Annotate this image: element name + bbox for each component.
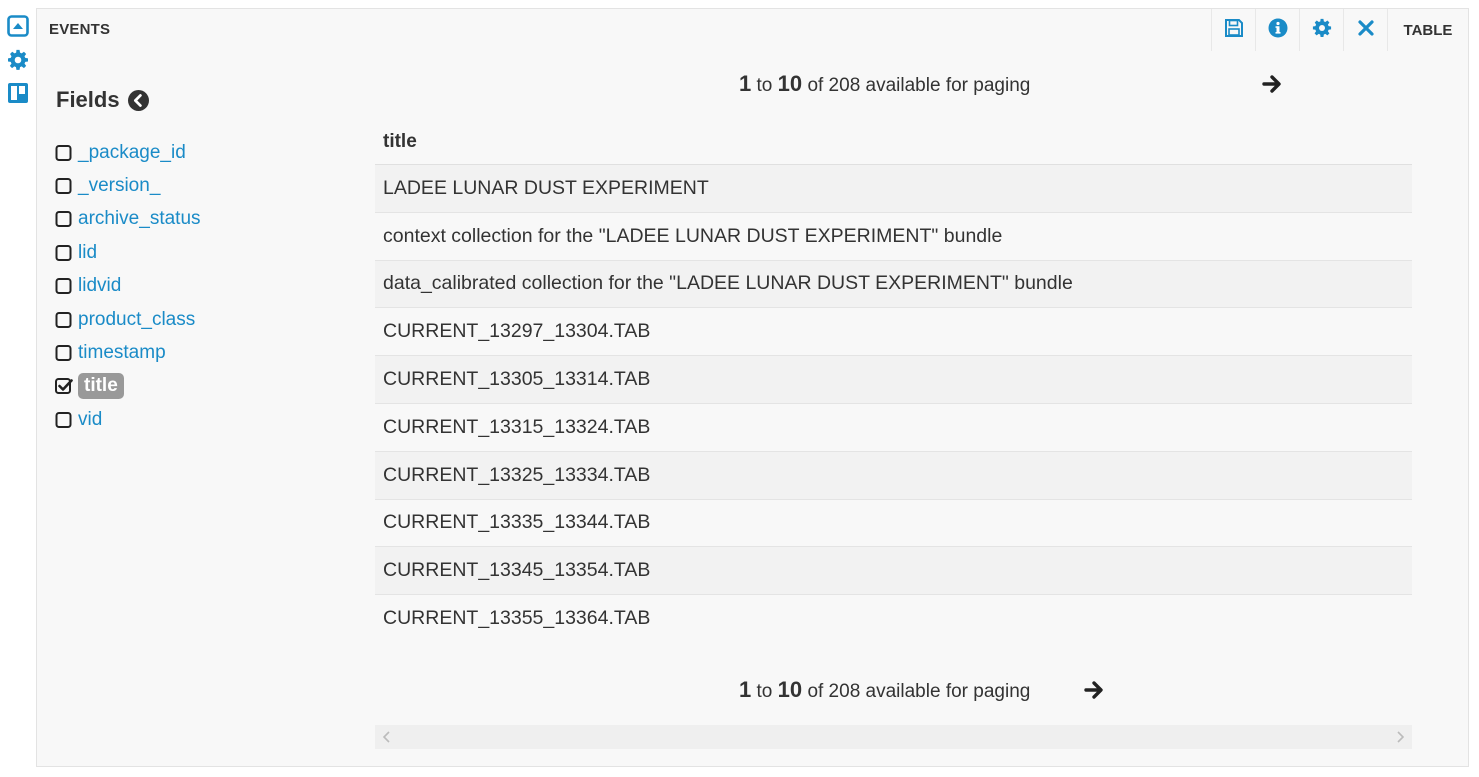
table-cell-title: CURRENT_13345_13354.TAB bbox=[375, 546, 1412, 596]
close-button[interactable] bbox=[1343, 9, 1387, 51]
table-row[interactable]: data_calibrated collection for the "LADE… bbox=[375, 260, 1412, 309]
events-panel: EVENTS TABLE Fields _package_id _version… bbox=[36, 8, 1469, 767]
collapse-left-icon[interactable] bbox=[127, 89, 149, 111]
field-item: timestamp bbox=[55, 336, 201, 369]
table-cell-title: data_calibrated collection for the "LADE… bbox=[375, 260, 1412, 309]
table-cell-title: CURRENT_13297_13304.TAB bbox=[375, 307, 1412, 357]
settings-button[interactable] bbox=[1299, 9, 1343, 51]
table-row[interactable]: CURRENT_13335_13344.TAB bbox=[375, 499, 1412, 548]
next-page-icon[interactable] bbox=[1261, 73, 1283, 101]
view-mode-button[interactable]: TABLE bbox=[1387, 9, 1468, 51]
checkbox-icon[interactable] bbox=[55, 411, 73, 429]
next-page-icon[interactable] bbox=[1083, 679, 1105, 707]
table-row[interactable]: CURRENT_13355_13364.TAB bbox=[375, 594, 1412, 642]
field-label[interactable]: archive_status bbox=[78, 208, 201, 230]
field-item: title bbox=[55, 370, 201, 403]
field-list: _package_id _version_ archive_statuslid lid… bbox=[55, 136, 201, 437]
pager-top: 1 to 10 of 208 available for paging bbox=[739, 71, 1281, 97]
checkbox-icon[interactable] bbox=[55, 144, 73, 162]
close-icon bbox=[1357, 19, 1374, 41]
info-button[interactable] bbox=[1255, 9, 1299, 51]
field-item: product_class bbox=[55, 303, 201, 336]
column-header-title[interactable]: title bbox=[375, 120, 1412, 165]
checkbox-icon[interactable] bbox=[55, 210, 73, 228]
field-item: _version_ bbox=[55, 169, 201, 202]
scroll-left-icon[interactable] bbox=[379, 728, 395, 746]
table-row[interactable]: context collection for the "LADEE LUNAR … bbox=[375, 212, 1412, 261]
fields-heading: Fields bbox=[56, 87, 149, 113]
checkbox-icon[interactable] bbox=[55, 244, 73, 262]
table-row[interactable]: CURRENT_13345_13354.TAB bbox=[375, 546, 1412, 596]
field-label[interactable]: vid bbox=[78, 409, 102, 431]
table-cell-title: CURRENT_13335_13344.TAB bbox=[375, 499, 1412, 548]
table-cell-title: CURRENT_13305_13314.TAB bbox=[375, 355, 1412, 404]
checkbox-icon[interactable] bbox=[55, 177, 73, 195]
table-row[interactable]: CURRENT_13297_13304.TAB bbox=[375, 307, 1412, 357]
left-rail bbox=[0, 0, 36, 777]
table-row[interactable]: CURRENT_13305_13314.TAB bbox=[375, 355, 1412, 404]
field-item: vid bbox=[55, 403, 201, 436]
field-label[interactable]: timestamp bbox=[78, 342, 166, 364]
table-cell-title: CURRENT_13325_13334.TAB bbox=[375, 451, 1412, 500]
table-cell-title: LADEE LUNAR DUST EXPERIMENT bbox=[375, 164, 1412, 213]
collapse-up-icon[interactable] bbox=[6, 14, 30, 38]
results-table: title LADEE LUNAR DUST EXPERIMENT context… bbox=[375, 120, 1412, 642]
checkbox-icon[interactable] bbox=[55, 277, 73, 295]
table-cell-title: CURRENT_13355_13364.TAB bbox=[375, 594, 1412, 642]
field-item: archive_status bbox=[55, 203, 201, 236]
table-body: LADEE LUNAR DUST EXPERIMENT context colle… bbox=[375, 164, 1412, 642]
field-item: _package_id bbox=[55, 136, 201, 169]
table-row[interactable]: LADEE LUNAR DUST EXPERIMENT bbox=[375, 164, 1412, 213]
checked-checkbox-icon[interactable] bbox=[55, 377, 73, 395]
gear-icon[interactable] bbox=[6, 48, 30, 72]
field-label[interactable]: title bbox=[78, 373, 124, 400]
pager-bottom: 1 to 10 of 208 available for paging bbox=[739, 677, 1103, 703]
info-icon bbox=[1268, 18, 1288, 43]
scroll-right-icon[interactable] bbox=[1392, 728, 1408, 746]
table-row[interactable]: CURRENT_13325_13334.TAB bbox=[375, 451, 1412, 500]
table-row[interactable]: CURRENT_13315_13324.TAB bbox=[375, 403, 1412, 452]
field-label[interactable]: product_class bbox=[78, 309, 195, 331]
field-label[interactable]: lidvid bbox=[78, 275, 121, 297]
save-icon bbox=[1224, 18, 1244, 43]
field-item: lid bbox=[55, 236, 201, 269]
table-cell-title: CURRENT_13315_13324.TAB bbox=[375, 403, 1412, 452]
checkbox-icon[interactable] bbox=[55, 311, 73, 329]
save-button[interactable] bbox=[1211, 9, 1255, 51]
horizontal-scrollbar[interactable] bbox=[375, 725, 1412, 749]
checkbox-icon[interactable] bbox=[55, 344, 73, 362]
field-label[interactable]: lid bbox=[78, 242, 97, 264]
panel-toolbar: TABLE bbox=[1211, 9, 1468, 51]
field-label[interactable]: _version_ bbox=[78, 175, 160, 197]
field-label[interactable]: _package_id bbox=[78, 142, 186, 164]
gear-icon bbox=[1312, 18, 1332, 43]
field-item: lidvid bbox=[55, 270, 201, 303]
table-cell-title: context collection for the "LADEE LUNAR … bbox=[375, 212, 1412, 261]
fields-title: Fields bbox=[56, 87, 120, 112]
layout-icon[interactable] bbox=[6, 81, 30, 105]
panel-title: EVENTS bbox=[49, 21, 111, 38]
